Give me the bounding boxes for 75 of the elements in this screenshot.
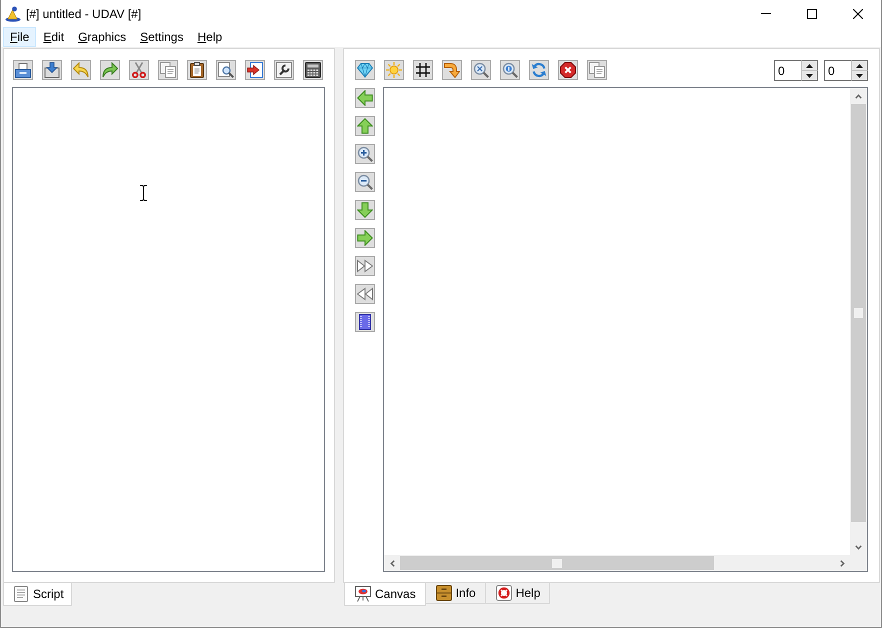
toolbar-button[interactable] <box>216 60 236 80</box>
clipboard-icon <box>189 62 205 78</box>
scrollbar-thumb[interactable] <box>552 558 562 568</box>
calculator-icon <box>305 62 321 78</box>
toolbar-button[interactable] <box>355 312 375 332</box>
triangle-up-icon <box>806 64 813 68</box>
scrollbar-thumb[interactable] <box>854 308 863 318</box>
rewind-icon <box>357 286 373 302</box>
minimize-icon <box>761 13 771 14</box>
menu-item[interactable]: File <box>3 27 36 47</box>
toolbar-button[interactable] <box>303 60 323 80</box>
page-icon <box>13 586 29 602</box>
redo-icon <box>102 62 118 78</box>
tab[interactable]: Help <box>486 583 550 604</box>
toolbar-button[interactable] <box>274 60 294 80</box>
tab[interactable]: Script <box>3 583 72 606</box>
toolbar-button[interactable] <box>558 60 578 80</box>
diamond-icon <box>357 62 373 78</box>
zoom-out-icon <box>357 174 373 190</box>
arrow-up-icon <box>357 118 373 134</box>
copy-icon <box>160 62 176 78</box>
spin-down-button[interactable] <box>851 71 868 81</box>
refresh-icon <box>531 62 547 78</box>
scissors-icon <box>131 62 147 78</box>
number-field[interactable]: 0 <box>774 60 801 81</box>
text-cursor-icon <box>140 185 147 201</box>
magnifier-icon <box>473 62 489 78</box>
page-search-icon <box>218 62 234 78</box>
toolbar-button[interactable] <box>187 60 207 80</box>
spin-down-button[interactable] <box>801 71 818 81</box>
spin-up-button[interactable] <box>801 60 818 71</box>
copy-icon <box>589 62 605 78</box>
chevron-left-icon <box>390 560 394 566</box>
chevron-right-icon <box>840 560 844 566</box>
toolbar-button[interactable] <box>245 60 265 80</box>
number-field[interactable]: 0 <box>824 60 851 81</box>
page-arrow-icon <box>247 62 263 78</box>
download-box-icon <box>44 62 60 78</box>
printer-icon <box>15 62 31 78</box>
hash-icon <box>415 62 431 78</box>
menu-item[interactable]: Help <box>190 27 230 47</box>
curved-arrow-icon <box>444 62 460 78</box>
undo-icon <box>73 62 89 78</box>
triangle-down-icon <box>856 74 863 78</box>
tab[interactable]: Info <box>426 583 486 604</box>
vertical-scrollbar[interactable] <box>850 88 867 555</box>
easel-icon <box>355 586 371 602</box>
menu-item[interactable]: Edit <box>36 27 72 47</box>
arrow-left-icon <box>357 90 373 106</box>
maximize-icon <box>807 8 817 18</box>
arrow-down-icon <box>357 202 373 218</box>
fast-forward-icon <box>357 258 373 274</box>
stop-icon <box>560 62 576 78</box>
menu-item[interactable]: Settings <box>133 27 190 47</box>
triangle-down-icon <box>806 74 813 78</box>
toolbar-button[interactable] <box>13 60 33 80</box>
toolbar-button[interactable] <box>413 60 433 80</box>
triangle-up-icon <box>856 64 863 68</box>
tab[interactable]: Canvas <box>344 583 426 606</box>
chevron-down-icon <box>855 544 862 550</box>
magnifier-icon <box>502 62 518 78</box>
menu-item[interactable]: Graphics <box>71 27 134 47</box>
wrench-icon <box>276 62 292 78</box>
spin-up-button[interactable] <box>851 60 868 71</box>
drawer-cabinet-icon <box>436 585 452 601</box>
close-icon <box>853 8 863 18</box>
app-icon <box>5 6 21 22</box>
horizontal-scrollbar[interactable] <box>384 555 850 571</box>
chevron-up-icon <box>855 94 862 98</box>
window-title: [#] untitled - UDAV [#] <box>26 6 142 20</box>
film-strip-icon <box>357 314 373 330</box>
sun-icon <box>386 62 402 78</box>
lifebuoy-icon <box>496 585 512 601</box>
arrow-right-icon <box>357 230 373 246</box>
zoom-in-icon <box>357 146 373 162</box>
